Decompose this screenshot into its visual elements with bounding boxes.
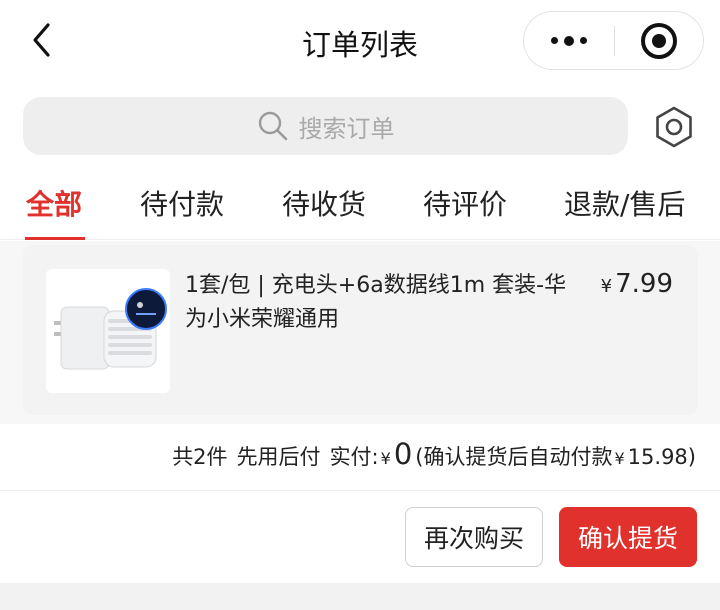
- tab-pending-review[interactable]: 待评价: [423, 183, 507, 223]
- more-button[interactable]: [524, 12, 614, 69]
- item-price: ¥7.99: [601, 269, 673, 299]
- paid-currency: ¥: [380, 449, 391, 468]
- target-close-icon: [640, 22, 677, 59]
- mini-program-capsule: [523, 11, 704, 70]
- product-thumbnail[interactable]: [46, 269, 170, 393]
- price-value: 7.99: [615, 269, 673, 299]
- rebuy-button[interactable]: 再次购买: [405, 507, 543, 567]
- item-count: 共2件: [172, 445, 228, 469]
- product-name[interactable]: 1套/包 | 充电头+6a数据线1m 套装-华为小米荣耀通用: [185, 269, 570, 337]
- next-order-band: [0, 583, 720, 610]
- auto-pay-note-prefix: (确认提货后自动付款: [415, 445, 613, 469]
- more-dots-icon-center: [563, 35, 574, 46]
- more-dots-icon: [550, 37, 558, 44]
- currency-symbol: ¥: [600, 276, 613, 297]
- search-placeholder: 搜索订单: [298, 114, 395, 143]
- back-button[interactable]: [22, 20, 62, 60]
- order-summary: 共2件 先用后付 实付: ¥0 (确认提货后自动付款 ¥15.98): [172, 437, 696, 471]
- auto-pay-note-suffix: ): [687, 445, 696, 469]
- search-icon: [258, 111, 287, 141]
- tab-all[interactable]: 全部: [26, 183, 82, 223]
- divider: [0, 490, 720, 491]
- confirm-pickup-button[interactable]: 确认提货: [559, 507, 697, 567]
- pay-method: 先用后付: [236, 445, 321, 469]
- tab-active-indicator: [25, 237, 85, 240]
- close-button[interactable]: [615, 12, 704, 69]
- settings-button[interactable]: [650, 103, 698, 151]
- order-tabs: 全部 待付款 待收货 待评价 退款/售后: [0, 170, 720, 240]
- more-dots-icon-end: [579, 37, 587, 44]
- tab-pending-receipt[interactable]: 待收货: [282, 183, 366, 223]
- auto-pay-currency: ¥: [614, 449, 625, 468]
- auto-pay-amount: 15.98: [627, 445, 688, 469]
- tab-refund-aftersale[interactable]: 退款/售后: [564, 183, 685, 223]
- tab-pending-payment[interactable]: 待付款: [140, 183, 224, 223]
- paid-label: 实付:: [329, 445, 379, 469]
- gear-icon: [656, 106, 692, 148]
- chevron-left-icon: [33, 23, 50, 57]
- nav-header: 订单列表: [0, 0, 720, 82]
- charger-product-image: [46, 269, 170, 393]
- search-input[interactable]: 搜索订单: [23, 97, 628, 155]
- order-item-card[interactable]: 1套/包 | 充电头+6a数据线1m 套装-华为小米荣耀通用 ¥7.99: [23, 245, 698, 415]
- target-close-icon-dot: [651, 33, 666, 48]
- paid-amount: 0: [393, 437, 413, 471]
